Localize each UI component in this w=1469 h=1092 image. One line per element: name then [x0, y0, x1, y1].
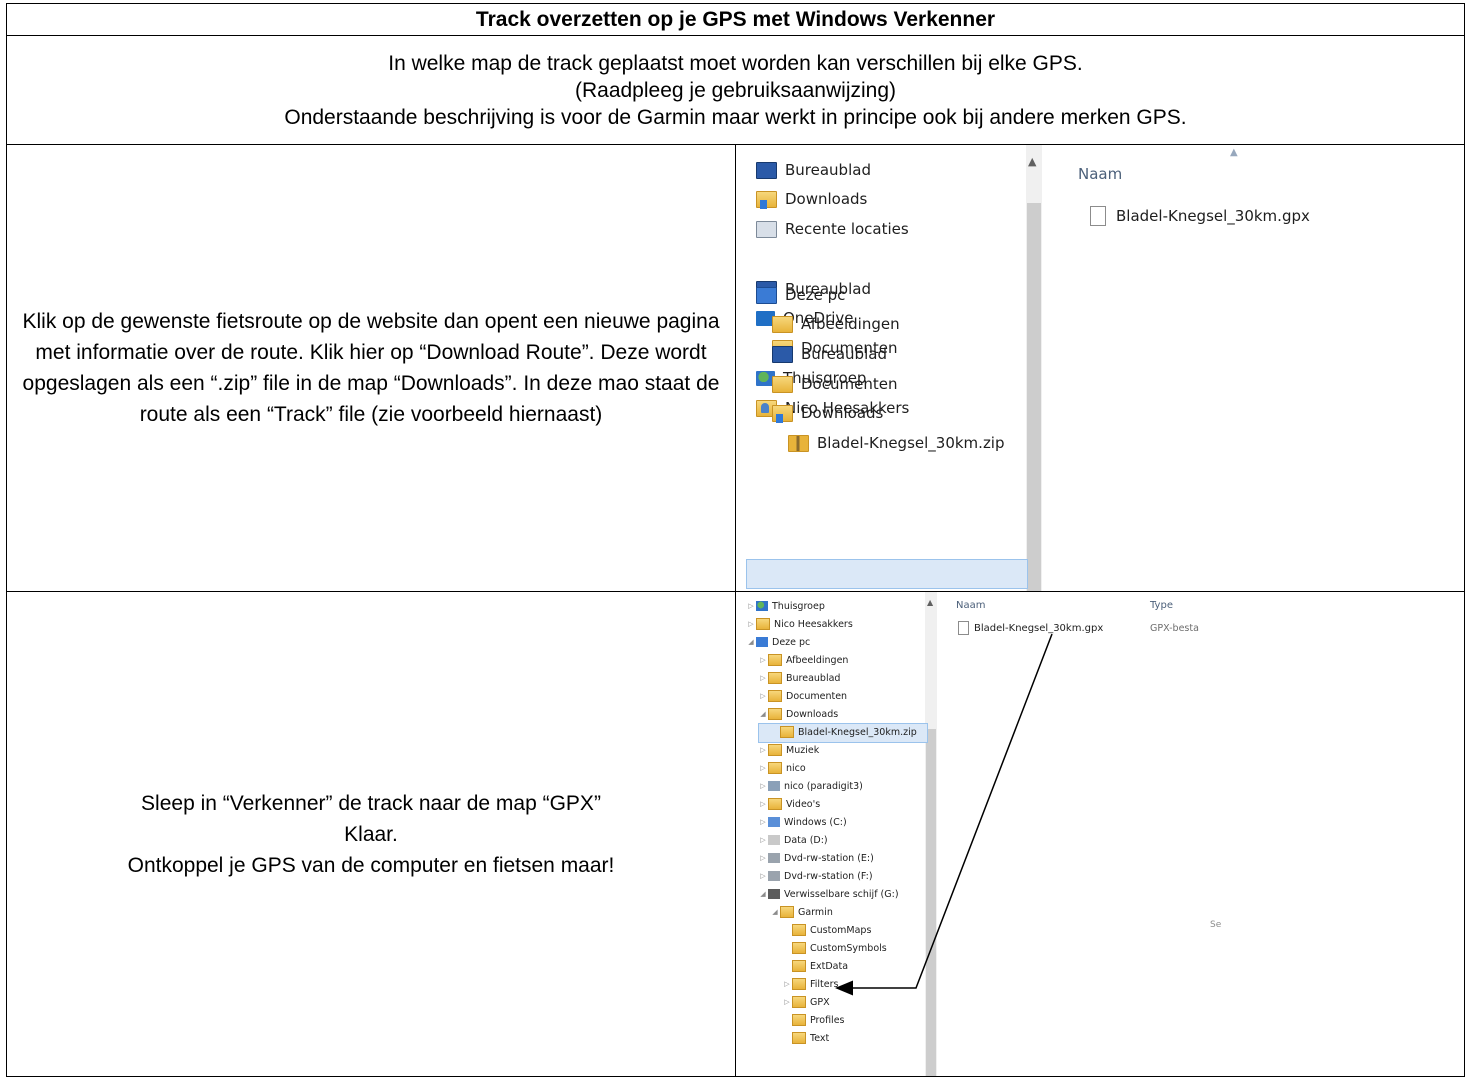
nav-item-recente-locaties[interactable]: Recente locaties [756, 216, 909, 242]
scroll-up-icon[interactable]: ▲ [1028, 155, 1036, 168]
step1-text: Klik op de gewenste fietsroute op de web… [6, 144, 736, 592]
explorer-window-1: ▲ Bureaublad Downloads Recente locaties … [737, 145, 1464, 591]
computer-icon [756, 286, 777, 304]
nav-item-downloads[interactable]: Downloads [756, 186, 867, 212]
nav-item-label: Afbeeldingen [801, 315, 900, 333]
instruction-document: Track overzetten op je GPS met Windows V… [6, 3, 1465, 1087]
intro-line-3: Onderstaande beschrijving is voor de Gar… [284, 105, 1187, 129]
column-header-naam[interactable]: Naam [1078, 165, 1122, 183]
file-name: Bladel-Knegsel_30km.gpx [1116, 207, 1310, 225]
nav-item-label: Downloads [801, 404, 884, 422]
explorer-window-2: ▲ ▷ Thuisgroep ▷ Nico Heesakkers ◢ Deze pc ▷ Af… [737, 592, 1464, 1076]
intro-line-2: (Raadpleeg je gebruiksaanwijzing) [574, 78, 897, 102]
nav-item-afbeeldingen[interactable]: Afbeeldingen [772, 311, 900, 337]
nav-item-label: Recente locaties [785, 220, 909, 238]
nav-item-deze-pc[interactable]: Deze pc [756, 282, 845, 308]
document-title: Track overzetten op je GPS met Windows V… [6, 3, 1465, 36]
intro-line-1: In welke map de track geplaatst moet wor… [388, 51, 1083, 75]
desktop-folder-icon [772, 345, 793, 363]
step2-line-3: Ontkoppel je GPS van de computer en fiet… [127, 853, 615, 877]
nav-item-label: Bladel-Knegsel_30km.zip [817, 434, 1005, 452]
step2-line-2: Klaar. [344, 822, 398, 846]
nav-item-bureaublad[interactable]: Bureaublad [772, 341, 887, 367]
nav-item-bureaublad[interactable]: Bureaublad [756, 157, 871, 183]
step2-line-1: Sleep in “Verkenner” de track naar de ma… [141, 791, 601, 815]
nav-item-bladel-knegsel-30km-zip[interactable]: Bladel-Knegsel_30km.zip [788, 430, 1005, 456]
nav-item-downloads[interactable]: Downloads [772, 400, 883, 426]
instruction-table: Track overzetten op je GPS met Windows V… [6, 3, 1465, 1077]
drag-arrow [835, 633, 1053, 996]
sort-arrow-icon: ▲ [1230, 147, 1238, 158]
nav-item-documenten[interactable]: Documenten [772, 371, 897, 397]
file-icon [1090, 206, 1106, 226]
arrow-line [835, 633, 1053, 996]
documents-folder-icon [772, 375, 793, 393]
downloads-folder-icon [772, 404, 793, 423]
step2-screenshot: ▲ ▷ Thuisgroep ▷ Nico Heesakkers ◢ Deze pc ▷ Af… [735, 591, 1465, 1077]
scrollbar-thumb[interactable] [1027, 203, 1041, 591]
zip-folder-icon [788, 434, 809, 452]
nav-item-label: Downloads [785, 190, 868, 208]
desktop-icon [756, 161, 777, 179]
nav-item-label: Documenten [801, 375, 898, 393]
pictures-folder-icon [772, 315, 793, 333]
nav-item-label: Deze pc [785, 286, 846, 304]
downloads-folder-icon [756, 190, 777, 209]
step1-screenshot: ▲ Bureaublad Downloads Recente locaties … [735, 144, 1465, 592]
selection-highlight [746, 559, 1028, 589]
gpx-file-item[interactable]: Bladel-Knegsel_30km.gpx [1090, 203, 1310, 229]
intro-cell: In welke map de track geplaatst moet wor… [6, 35, 1465, 145]
step2-text: Sleep in “Verkenner” de track naar de ma… [6, 591, 736, 1077]
nav-item-label: Bureaublad [801, 345, 887, 363]
recent-locations-icon [756, 220, 777, 238]
nav-item-label: Bureaublad [785, 161, 871, 179]
